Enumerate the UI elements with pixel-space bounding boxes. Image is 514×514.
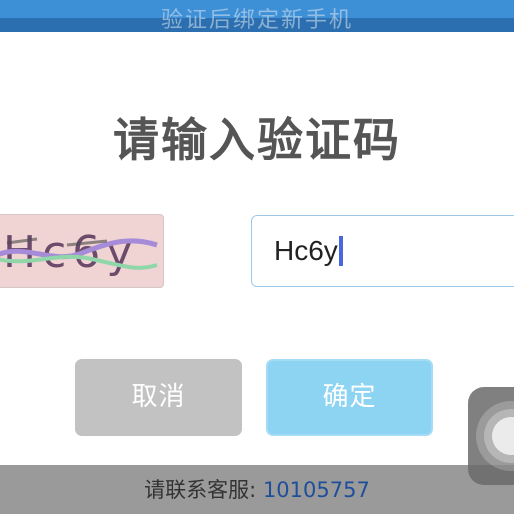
- contact-number[interactable]: 10105757: [263, 478, 370, 502]
- captcha-input[interactable]: Hc6y: [251, 215, 514, 287]
- captcha-dialog: 请输入验证码 Hc6y Hc6y 取消 确定: [0, 32, 514, 465]
- captcha-input-value: Hc6y: [274, 235, 338, 266]
- dialog-title: 请输入验证码: [113, 113, 401, 167]
- captcha-image[interactable]: Hc6y: [0, 214, 164, 288]
- bottom-bar: 请联系客服: 10105757: [0, 465, 514, 514]
- top-bar-title: 验证后绑定新手机: [160, 8, 353, 32]
- contact-text: 请联系客服: 10105757: [0, 475, 514, 505]
- assistive-touch-icon[interactable]: [468, 387, 514, 485]
- confirm-button[interactable]: 确定: [266, 359, 433, 436]
- contact-label: 请联系客服:: [144, 478, 263, 502]
- top-bar: 验证后绑定新手机: [0, 0, 514, 32]
- text-caret: [338, 235, 343, 266]
- captcha-graphic: Hc6y: [0, 227, 158, 278]
- screen: 验证后绑定新手机 请输入验证码 Hc6y Hc6y 取消 确定 请联系客服: 1…: [0, 0, 514, 514]
- cancel-button[interactable]: 取消: [75, 359, 242, 436]
